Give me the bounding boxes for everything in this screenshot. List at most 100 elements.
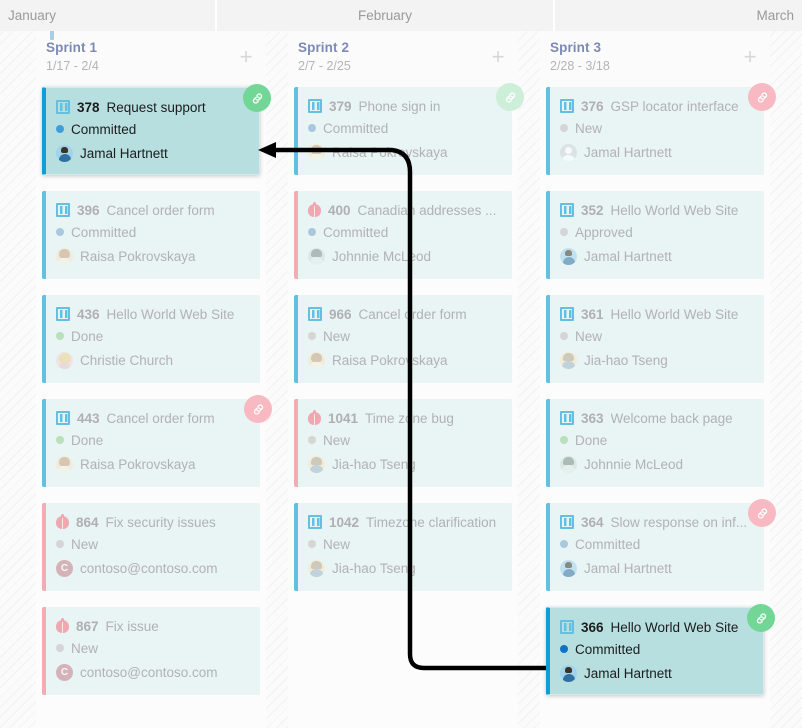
card-state-row: New [308,428,502,452]
month-cell-march: March [553,0,802,31]
sprint-column-1: Sprint 1 1/17 - 2/4 + 378 Request support… [36,31,272,728]
state-dot [308,124,316,132]
card-assignee-row: Jia-hao Tseng [308,556,502,580]
state-dot [56,540,64,548]
work-item-title: Cancel order form [358,306,467,322]
work-item-title: Hello World Web Site [610,202,739,218]
work-item-card[interactable]: 1042 Timezone clarification New Jia-hao Tse… [294,503,512,591]
work-item-card[interactable]: 361 Hello World Web Site New Jia-hao Tseng [546,295,764,383]
state-label: Committed [323,120,389,136]
state-label: New [575,120,603,136]
sprint-name: Sprint 1 [46,40,98,55]
add-item-button[interactable]: + [232,43,260,71]
dependency-link-icon[interactable] [748,499,776,527]
work-item-id: 363 [581,410,604,426]
avatar [560,559,577,577]
card-title-row: 361 Hello World Web Site [560,304,754,324]
state-label: New [71,536,99,552]
dependency-link-icon[interactable] [748,83,776,111]
month-cell-january: January [0,0,215,31]
work-item-card[interactable]: 867 Fix issue New Ccontoso@contoso.com [42,607,260,695]
dependency-link-icon[interactable] [244,395,272,423]
work-item-title: Cancel order form [106,410,215,426]
avatar [560,351,577,369]
state-dot [560,332,568,340]
state-label: Done [71,432,104,448]
card-assignee-row: Raisa Pokrovskaya [56,452,250,476]
work-item-card[interactable]: 378 Request support Committed Jamal Hartnet… [42,84,271,175]
work-item-title: Hello World Web Site [610,619,739,635]
month-label: March [756,8,794,23]
card-state-row: Committed [56,220,250,244]
story-icon [560,411,574,425]
card-state-row: Committed [560,637,753,661]
avatar [56,455,73,473]
work-item-title: Slow response on inf... [610,514,748,530]
work-item-card[interactable]: 363 Welcome back page Done Johnnie McLeod [546,399,764,487]
work-item-card[interactable]: 364 Slow response on inf... Committed Jamal… [546,499,776,591]
work-item-title: Cancel order form [106,202,215,218]
sprint-card-list: 378 Request support Committed Jamal Hartnet… [36,84,272,695]
assignee-name: Raisa Pokrovskaya [80,456,196,472]
story-icon [560,203,574,217]
work-item-title: Canadian addresses ... [357,202,497,218]
work-item-card[interactable]: 443 Cancel order form Done Raisa Pokrovskay… [42,395,272,487]
dependency-link-icon[interactable] [747,604,775,632]
assignee-name: Jia-hao Tseng [332,560,416,576]
state-label: Committed [575,536,641,552]
work-item-card[interactable]: 966 Cancel order form New Raisa Pokrovskaya [294,295,512,383]
dependency-link-icon[interactable] [243,84,271,112]
delivery-plan-board: Sprint 1 1/17 - 2/4 + 378 Request support… [0,31,802,728]
state-dot [560,645,568,653]
assignee-name: Jamal Hartnett [584,560,672,576]
assignee-name: Jia-hao Tseng [332,456,416,472]
avatar: C [56,559,73,577]
card-title-row: 443 Cancel order form [56,408,250,428]
card-assignee-row: Christie Church [56,348,250,372]
work-item-card[interactable]: 1041 Time zone bug New Jia-hao Tseng [294,399,512,487]
card-assignee-row: Ccontoso@contoso.com [56,660,250,684]
state-dot [560,228,568,236]
card-title-row: 376 GSP locator interface [560,96,754,116]
avatar [56,247,73,265]
state-label: New [323,536,351,552]
state-label: Committed [71,224,137,240]
state-label: New [71,640,99,656]
work-item-card[interactable]: 400 Canadian addresses ... Committed Johnni… [294,191,512,279]
avatar [560,247,577,265]
dependency-link-icon[interactable] [496,83,524,111]
work-item-card[interactable]: 379 Phone sign in Committed Raisa Pokrovska… [294,83,524,175]
state-dot [56,436,64,444]
story-icon [308,99,322,113]
card-assignee-row: Jia-hao Tseng [308,452,502,476]
add-item-button[interactable]: + [736,43,764,71]
card-title-row: 379 Phone sign in [308,96,502,116]
work-item-id: 361 [581,306,604,322]
card-title-row: 396 Cancel order form [56,200,250,220]
card-assignee-row: Jamal Hartnett [56,141,249,165]
assignee-name: Raisa Pokrovskaya [332,144,448,160]
work-item-card[interactable]: 376 GSP locator interface New Jamal Hartnet… [546,83,776,175]
state-dot [56,332,64,340]
story-icon [56,307,70,321]
work-item-id: 400 [328,202,351,218]
work-item-card[interactable]: 864 Fix security issues New Ccontoso@contos… [42,503,260,591]
work-item-title: Welcome back page [610,410,733,426]
bug-icon [56,514,69,529]
work-item-card[interactable]: 436 Hello World Web Site Done Christie Chur… [42,295,260,383]
work-item-id: 436 [77,306,100,322]
story-icon [560,307,574,321]
state-dot [308,540,316,548]
sprint-card-list: 376 GSP locator interface New Jamal Hartnet… [540,83,776,695]
assignee-name: Jamal Hartnett [584,144,672,160]
work-item-card[interactable]: 366 Hello World Web Site Committed Jamal Ha… [546,604,775,695]
story-icon [56,411,70,425]
work-item-title: Phone sign in [358,98,441,114]
card-state-row: Committed [56,117,249,141]
work-item-card[interactable]: 352 Hello World Web Site Approved Jamal Har… [546,191,764,279]
card-title-row: 363 Welcome back page [560,408,754,428]
add-item-button[interactable]: + [484,43,512,71]
work-item-card[interactable]: 396 Cancel order form Committed Raisa Pokro… [42,191,260,279]
card-title-row: 1041 Time zone bug [308,408,502,428]
assignee-name: Jamal Hartnett [584,665,672,681]
